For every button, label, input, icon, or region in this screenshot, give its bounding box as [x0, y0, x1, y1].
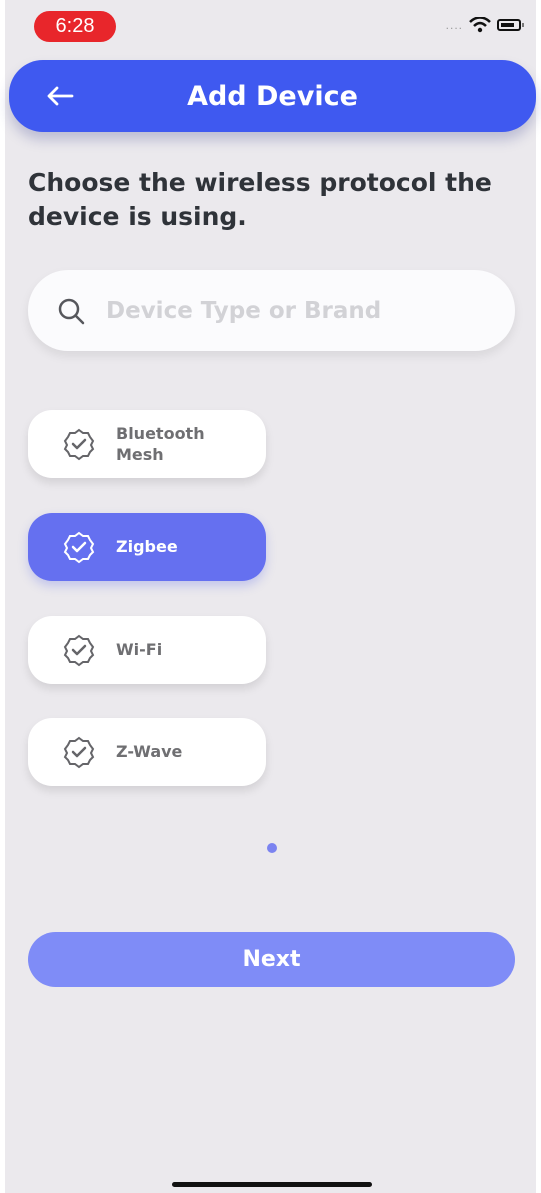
protocol-bluetooth-mesh[interactable]: Bluetooth Mesh	[28, 410, 266, 478]
arrow-left-icon	[47, 86, 74, 106]
page-indicator-dot	[267, 843, 277, 853]
wifi-icon	[469, 17, 491, 33]
battery-icon	[497, 19, 524, 31]
instruction-text: Choose the wireless protocol the device …	[28, 168, 492, 231]
search-icon	[58, 298, 85, 325]
right-edge	[536, 0, 541, 1193]
protocol-label: Wi-Fi	[116, 640, 163, 659]
status-time: 6:28	[34, 11, 116, 42]
page-title: Add Device	[187, 80, 358, 112]
badge-check-icon	[63, 634, 95, 667]
app-screen: 6:28 .... Add Device Choose the wireless…	[0, 0, 541, 1193]
search-box[interactable]	[28, 270, 515, 351]
search-input[interactable]	[104, 290, 498, 332]
protocol-z-wave[interactable]: Z-Wave	[28, 718, 266, 786]
protocol-label: Z-Wave	[116, 742, 183, 761]
protocol-label: Zigbee	[116, 537, 178, 556]
protocol-wifi[interactable]: Wi-Fi	[28, 616, 266, 684]
badge-check-icon	[63, 428, 95, 461]
protocol-zigbee[interactable]: Zigbee	[28, 513, 266, 581]
next-button[interactable]: Next	[28, 932, 515, 987]
protocol-label: Bluetooth Mesh	[116, 424, 205, 464]
home-indicator	[172, 1182, 372, 1187]
status-indicators: ....	[445, 17, 524, 33]
badge-check-icon	[63, 736, 95, 769]
back-button[interactable]	[43, 81, 77, 111]
badge-check-icon	[63, 531, 95, 564]
signal-indicator: ....	[445, 18, 463, 32]
left-edge	[0, 0, 5, 1193]
header-bar: Add Device	[9, 60, 536, 132]
